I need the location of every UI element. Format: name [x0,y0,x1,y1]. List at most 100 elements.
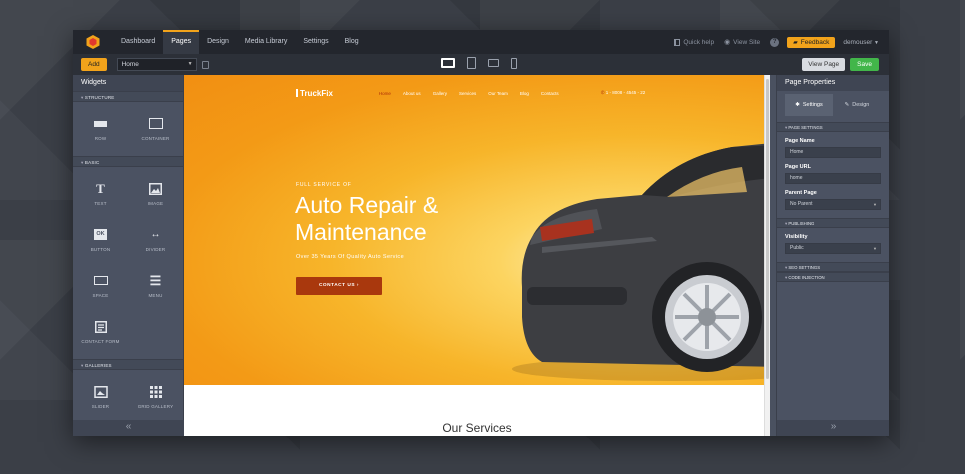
site-nav-about[interactable]: About us [403,91,421,96]
site-brand[interactable]: TruckFix [296,88,333,98]
visibility-select[interactable]: Public ▼ [785,243,881,254]
phone-icon: ✆ [600,90,605,95]
add-button[interactable]: Add [81,58,107,71]
widget-button[interactable]: OK BUTTON [73,217,128,263]
collapse-right-panel-icon[interactable]: » [777,420,889,436]
widget-label: MENU [148,292,163,298]
page-url-input[interactable]: home [785,173,881,184]
parent-page-select[interactable]: No Parent ▼ [785,199,881,210]
app-logo[interactable] [73,30,113,54]
tablet-view-icon[interactable] [488,59,499,67]
widget-grid-gallery[interactable]: GRID GALLERY [128,374,183,420]
nav-design[interactable]: Design [199,30,237,54]
divider-icon: ↔ [150,229,161,240]
widget-label: CONTACT FORM [81,338,120,344]
widget-label: BUTTON [90,246,111,252]
gallery-widgets: SLIDER GRID GALLERY [73,370,183,424]
site-nav-gallery[interactable]: Gallery [433,91,447,96]
eye-icon: ◉ [724,39,731,46]
widget-text[interactable]: T TEXT [73,171,128,217]
canvas-scrollbar[interactable] [764,75,770,436]
services-section-title: Our Services [442,421,512,435]
top-navigation-right: Quick help ◉ View Site ? ▰ Feedback demo… [664,30,889,54]
site-navigation: TruckFix Home About us Gallery Services … [296,88,656,98]
widget-slider[interactable]: SLIDER [73,374,128,420]
brand-mark [296,88,298,97]
nav-dashboard[interactable]: Dashboard [113,30,163,54]
site-nav-blog[interactable]: Blog [520,91,529,96]
nav-pages[interactable]: Pages [163,30,200,54]
nav-media-library[interactable]: Media Library [237,30,295,54]
page-name-input[interactable]: Home [785,147,881,158]
widget-row[interactable]: ROW [73,106,128,152]
widget-container[interactable]: CONTAINER [128,106,183,152]
widget-divider[interactable]: ↔ DIVIDER [128,217,183,263]
hero-section[interactable]: TruckFix Home About us Gallery Services … [184,75,770,385]
parent-page-label: Parent Page [785,190,817,196]
site-nav-team[interactable]: Our Team [488,91,508,96]
help-icon[interactable]: ? [770,37,780,47]
editor-toolbar: Add Home ▼ View Page Save [73,54,889,75]
button-icon-glyph: OK [94,229,107,240]
widget-image[interactable]: IMAGE [128,171,183,217]
feedback-button[interactable]: ▰ Feedback [787,36,836,48]
parent-page-value: No Parent [790,201,813,207]
section-code-injection[interactable]: CODE INJECTION [777,272,889,282]
page-name-field: Page Name Home [777,138,889,158]
widget-menu[interactable]: ☰ MENU [128,263,183,309]
tablet-landscape-view-icon[interactable] [467,57,476,69]
site-nav-contacts[interactable]: Contacts [541,91,559,96]
site-phone-number: 1 - 8008 - 4545 - 22 [605,90,646,95]
widget-contact-form[interactable]: CONTACT FORM [73,309,128,355]
save-button[interactable]: Save [850,58,879,71]
desktop-view-icon[interactable] [441,58,455,68]
duplicate-page-icon[interactable] [201,60,209,69]
hero-subline: Over 35 Years Of Quality Auto Service [296,254,405,260]
widget-label: CONTAINER [141,135,170,141]
page-select-value: Home [121,61,139,68]
section-structure[interactable]: STRUCTURE [73,91,183,102]
site-phone: ✆ 1 - 8008 - 4545 - 22 [601,90,646,96]
section-page-settings[interactable]: PAGE SETTINGS [777,122,889,132]
widget-label: IMAGE [147,200,164,206]
section-publishing[interactable]: PUBLISHING [777,218,889,228]
toolbar-actions: View Page Save [802,58,879,71]
widget-space[interactable]: SPACE [73,263,128,309]
tab-design[interactable]: ✎ Design [833,94,881,116]
contact-us-button[interactable]: CONTACT US › [296,277,382,295]
builder-app: Dashboard Pages Design Media Library Set… [73,30,889,436]
site-nav-services[interactable]: Services [459,91,476,96]
nav-settings[interactable]: Settings [295,30,336,54]
page-properties-title: Page Properties [777,75,889,91]
quick-help-link[interactable]: Quick help [674,38,714,46]
collapse-left-panel-icon[interactable]: « [73,420,184,436]
row-icon [94,118,108,130]
view-page-button[interactable]: View Page [802,58,846,71]
grid-gallery-icon [149,385,163,398]
basic-widgets: T TEXT IMAGE OK BUTTON ↔ DIVIDER SPACE ☰… [73,167,183,359]
view-site-link[interactable]: ◉ View Site [724,38,760,47]
hero-headline: Auto Repair & Maintenance [295,192,439,245]
section-basic[interactable]: BASIC [73,156,183,167]
site-nav-home[interactable]: Home [379,91,391,96]
user-menu[interactable]: demouser ▼ [843,39,879,46]
page-canvas[interactable]: TruckFix Home About us Gallery Services … [184,75,770,436]
brush-icon: ✎ [844,102,850,108]
widget-label: TEXT [94,200,107,206]
nav-blog[interactable]: Blog [337,30,367,54]
tab-settings[interactable]: ✱ Settings [785,94,833,116]
text-icon: T [96,180,105,196]
page-name-label: Page Name [785,138,815,144]
section-seo-settings[interactable]: SEO SETTINGS [777,262,889,272]
parent-page-field: Parent Page No Parent ▼ [777,190,889,210]
widget-label: ROW [94,135,107,141]
mobile-view-icon[interactable] [511,57,517,69]
widget-label: DIVIDER [145,246,166,252]
section-galleries[interactable]: GALLERIES [73,359,183,370]
car-image [512,143,770,381]
visibility-field: Visibility Public ▼ [777,234,889,254]
page-url-field: Page URL home [777,164,889,184]
page-select[interactable]: Home ▼ [116,58,197,71]
widgets-panel-title: Widgets [73,75,183,91]
feedback-label: Feedback [800,38,830,46]
